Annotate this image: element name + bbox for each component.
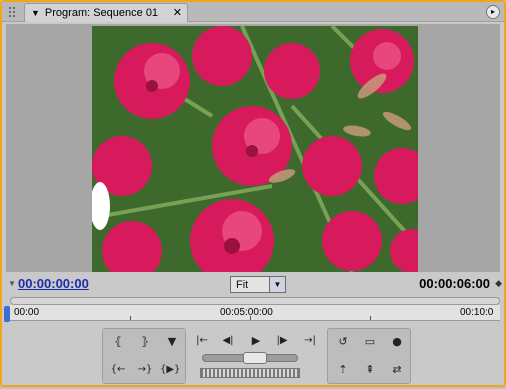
time-ruler[interactable]: 00:00 00:05:00:00 00:10:0: [10, 305, 500, 321]
panel-tab-bar: ▼ Program: Sequence 01 ✕ ▸: [2, 2, 504, 22]
video-frame: [92, 26, 418, 272]
timecode-triangle-icon: ▼: [8, 279, 16, 288]
transport-controls: ⦃ ⦄ ▼ {← →} {▶} |← ◀| ▶ |▶ →| ↺ ▭ ● ⇡ ⇞ …: [2, 322, 506, 389]
play-button[interactable]: ▶: [246, 332, 266, 350]
go-to-previous-edit-button[interactable]: |←: [192, 332, 212, 350]
trim-button[interactable]: ⇄: [387, 361, 407, 379]
go-to-next-edit-button[interactable]: →|: [300, 332, 320, 350]
program-monitor-panel: ▼ Program: Sequence 01 ✕ ▸ ▼ 00:00:00:00…: [0, 0, 506, 387]
ruler-label-mid: 00:05:00:00: [220, 307, 273, 318]
output-controls-group: ↺ ▭ ● ⇡ ⇞ ⇄: [327, 328, 411, 384]
timecode-row: ▼ 00:00:00:00 Fit ▼ 00:00:06:00 ◆: [8, 273, 502, 295]
jog-slider[interactable]: [202, 352, 298, 364]
play-in-to-out-button[interactable]: {▶}: [160, 361, 180, 379]
zoom-level-select[interactable]: Fit ▼: [230, 276, 286, 293]
expand-icon[interactable]: ◆: [495, 278, 502, 289]
mark-in-button[interactable]: ⦃: [108, 333, 128, 351]
lift-button[interactable]: ⇡: [333, 361, 353, 379]
marker-controls-group: ⦃ ⦄ ▼ {← →} {▶}: [102, 328, 186, 384]
duration-timecode: 00:00:06:00: [419, 276, 490, 291]
close-icon[interactable]: ✕: [173, 6, 182, 19]
output-button[interactable]: ●: [387, 333, 407, 351]
jog-slider-handle[interactable]: [243, 352, 267, 364]
ruler-tick: [250, 316, 251, 320]
video-display-area: [6, 24, 500, 272]
ruler-tick: [370, 316, 371, 320]
flower-frame-image: [92, 26, 418, 272]
zoom-level-value: Fit: [236, 278, 249, 291]
step-forward-button[interactable]: |▶: [272, 332, 292, 350]
set-marker-button[interactable]: ▼: [162, 333, 182, 351]
go-to-out-button[interactable]: →}: [135, 361, 155, 379]
loop-button[interactable]: ↺: [333, 333, 353, 351]
shuttle-bar[interactable]: [200, 368, 300, 378]
tab-program-sequence[interactable]: ▼ Program: Sequence 01 ✕: [24, 3, 188, 22]
zoom-scroll-bar[interactable]: [10, 297, 500, 305]
current-timecode[interactable]: 00:00:00:00: [18, 276, 89, 291]
step-back-button[interactable]: ◀|: [218, 332, 238, 350]
tab-dropdown-icon[interactable]: ▼: [31, 8, 40, 18]
tab-title: Program: Sequence 01: [44, 7, 159, 19]
extract-button[interactable]: ⇞: [360, 361, 380, 379]
mark-out-button[interactable]: ⦄: [135, 333, 155, 351]
ruler-tick: [130, 316, 131, 320]
ruler-label-start: 00:00: [14, 307, 40, 318]
ruler-label-end: 00:10:0: [460, 307, 494, 318]
panel-menu-button[interactable]: ▸: [486, 5, 500, 19]
go-to-in-button[interactable]: {←: [108, 361, 128, 379]
playhead[interactable]: [4, 306, 10, 322]
drag-grip-icon[interactable]: [8, 6, 16, 18]
chevron-down-icon[interactable]: ▼: [269, 277, 285, 292]
safe-margins-button[interactable]: ▭: [360, 333, 380, 351]
